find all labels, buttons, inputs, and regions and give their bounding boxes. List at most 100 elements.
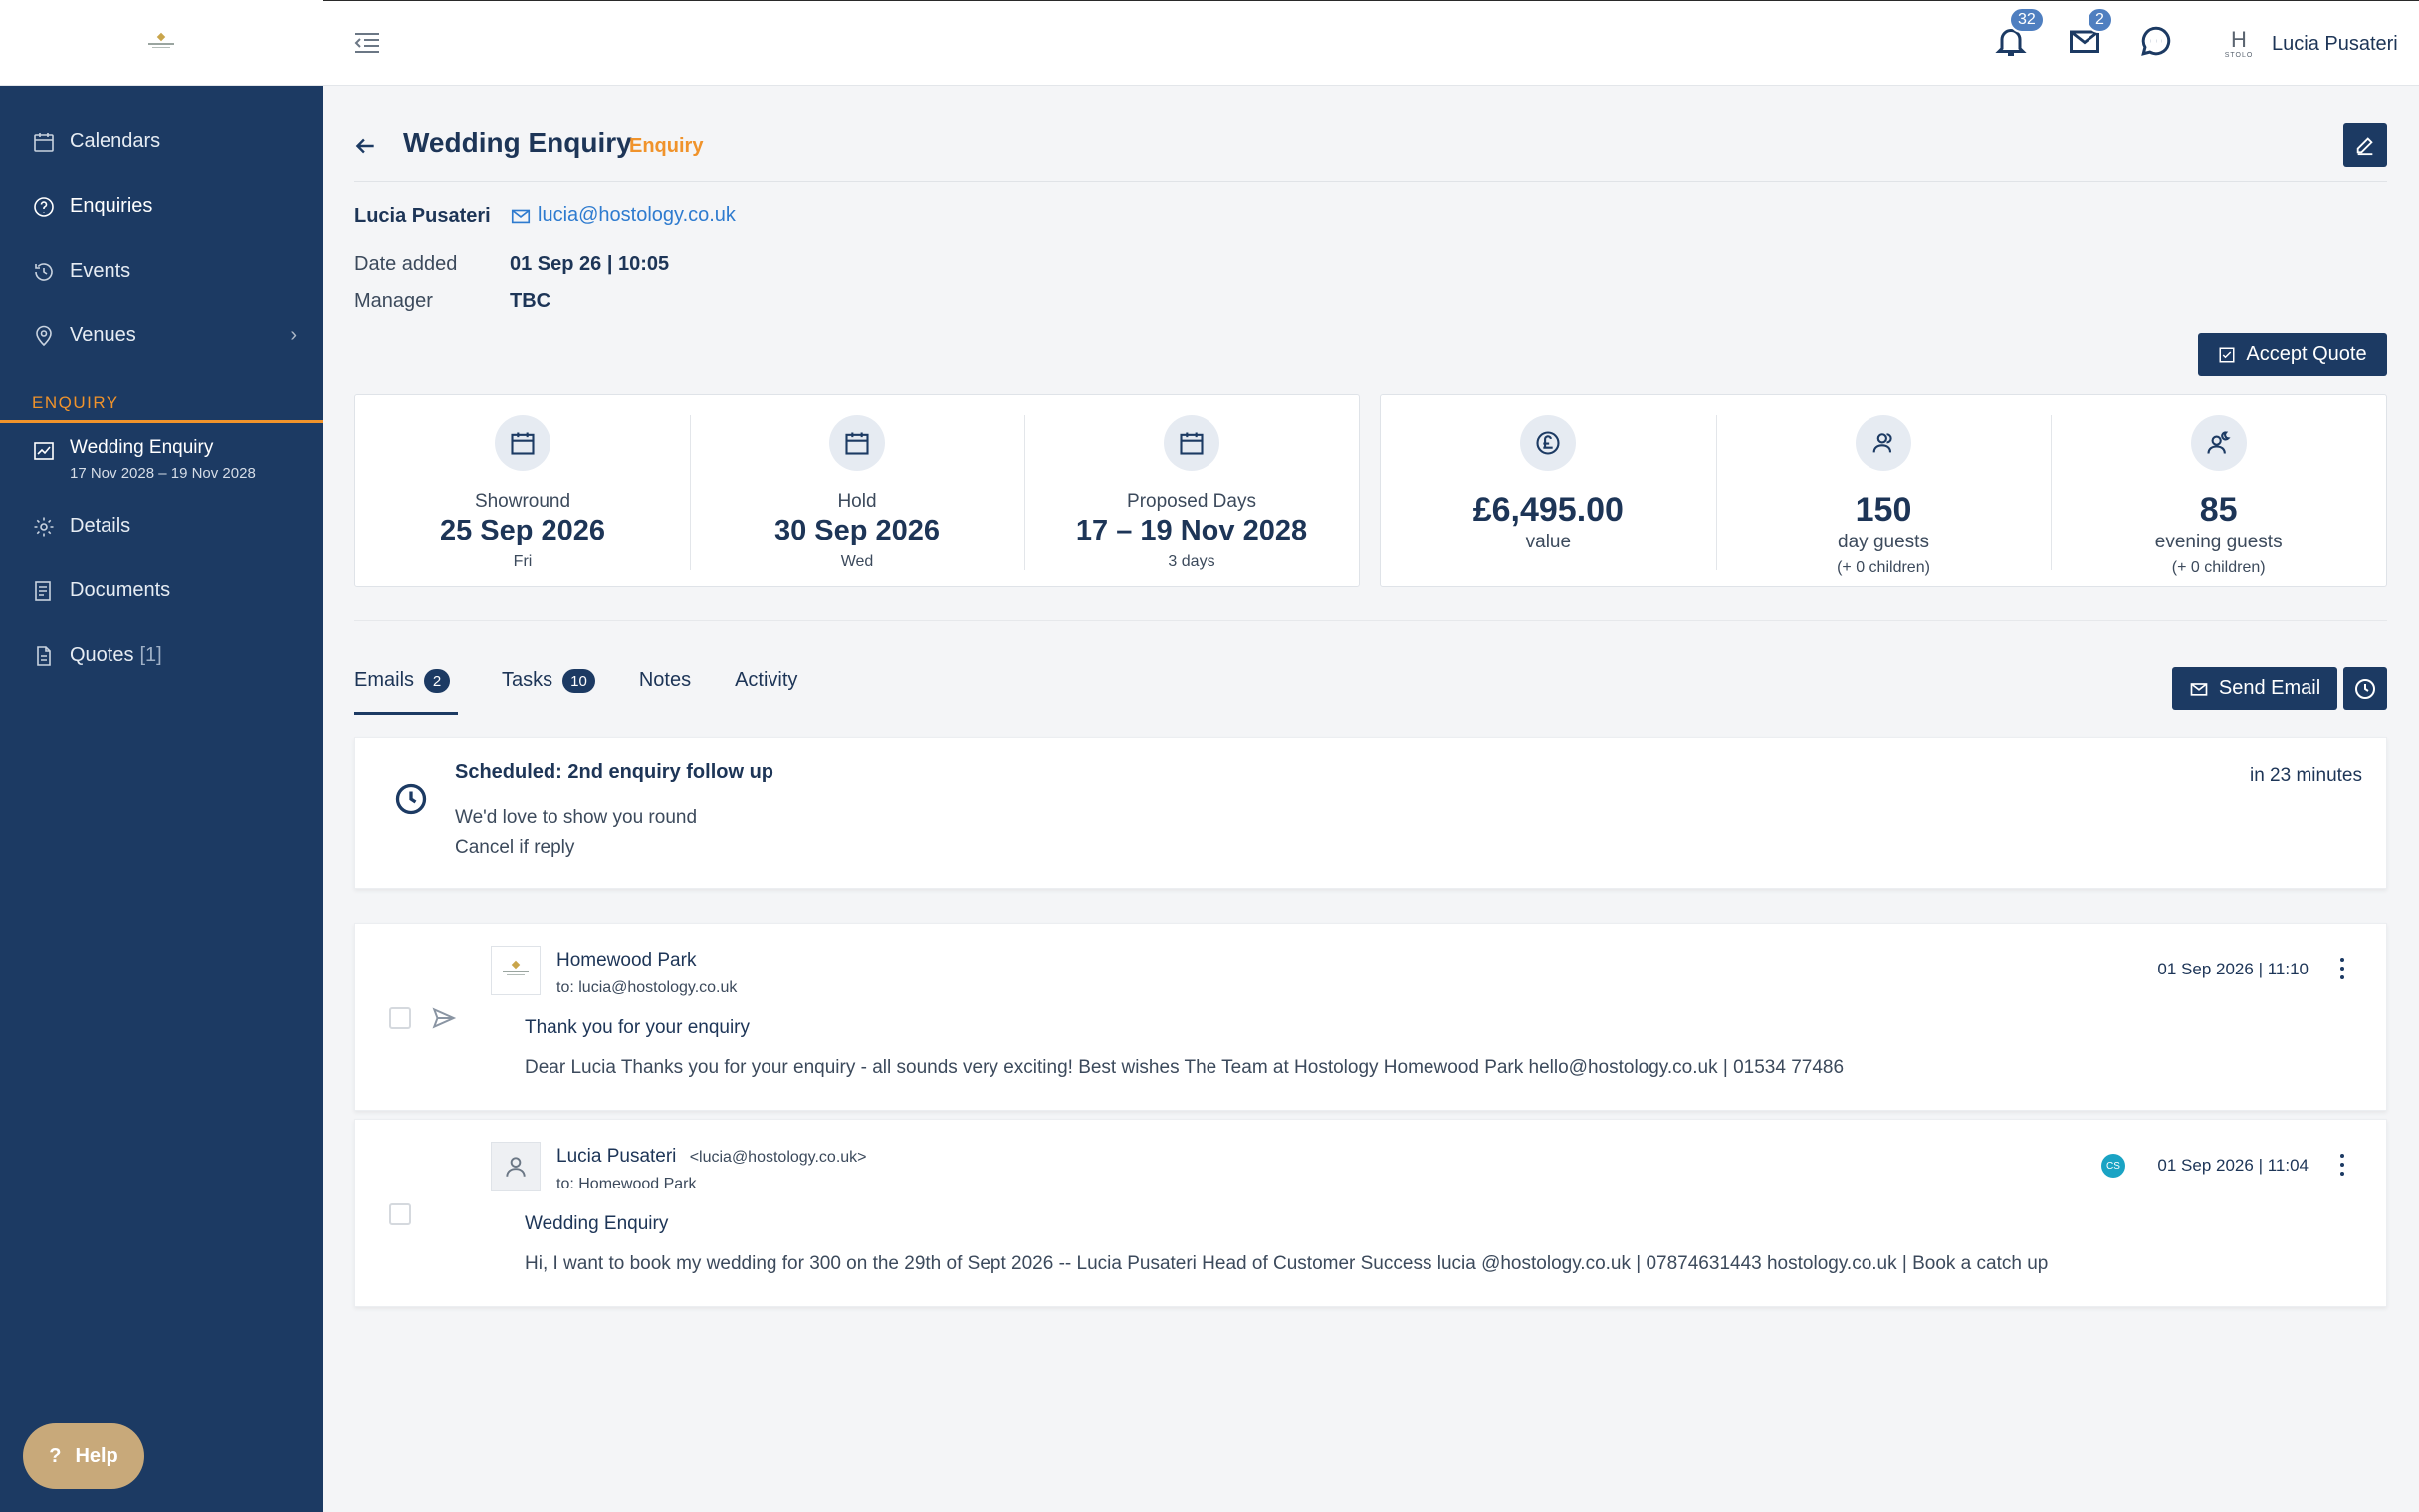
clock-icon xyxy=(393,781,429,817)
chat-bubble-icon xyxy=(2141,26,2171,56)
status-badge: Enquiry xyxy=(629,135,704,157)
sidebar-item-label: Calendars xyxy=(70,130,161,152)
tab-tasks[interactable]: Tasks 10 xyxy=(502,669,595,715)
gear-icon xyxy=(34,517,54,536)
stat-value: 25 Sep 2026 xyxy=(439,515,606,546)
account-logo-letter: H xyxy=(2231,27,2247,52)
email-select-checkbox[interactable] xyxy=(389,1203,411,1225)
section-label-enquiry: ENQUIRY xyxy=(32,393,119,412)
email-snippet: Hi, I want to book my wedding for 300 on… xyxy=(525,1253,2049,1274)
email-snippet: Dear Lucia Thanks you for your enquiry -… xyxy=(525,1057,1845,1078)
calendar-icon xyxy=(1164,415,1219,471)
file-icon xyxy=(37,645,51,666)
messages-button[interactable]: 2 xyxy=(2067,7,2113,63)
user-menu[interactable]: Lucia Pusateri xyxy=(2272,33,2398,56)
venue-logo-mark xyxy=(148,32,174,52)
history-icon xyxy=(35,262,53,281)
help-button[interactable]: ? Help xyxy=(23,1423,144,1489)
stat-value: 150 xyxy=(1855,491,1912,529)
sidebar: Calendars Enquiries Events Venues › ENQU… xyxy=(0,0,323,1512)
scheduled-email-card[interactable]: Scheduled: 2nd enquiry follow up We'd lo… xyxy=(354,737,2387,889)
send-email-button[interactable]: Send Email xyxy=(2172,667,2337,710)
stat-label: Proposed Days xyxy=(1127,491,1256,512)
chat-button[interactable] xyxy=(2138,23,2178,63)
email-recipient: to: Homewood Park xyxy=(556,1176,697,1192)
divider xyxy=(354,620,2387,621)
tab-emails[interactable]: Emails 2 xyxy=(354,669,459,715)
send-email-label: Send Email xyxy=(2218,677,2321,699)
divider xyxy=(354,181,2387,182)
notifications-badge: 32 xyxy=(2009,7,2045,33)
sidebar-item-events[interactable]: Events xyxy=(0,239,323,304)
stat-sub: 3 days xyxy=(1168,553,1215,570)
help-label: Help xyxy=(75,1444,118,1467)
tab-label: Tasks xyxy=(502,669,553,691)
stat-proposed-days: Proposed Days 17 – 19 Nov 2028 3 days xyxy=(1024,395,1359,586)
arrow-left-icon xyxy=(355,138,374,154)
tab-count: 2 xyxy=(424,669,451,693)
quotes-count: [1] xyxy=(139,644,162,666)
chart-line-icon xyxy=(34,442,54,460)
email-item[interactable]: Homewood Park to: lucia@hostology.co.uk … xyxy=(354,923,2387,1111)
checkbox-icon xyxy=(2219,347,2235,362)
email-subject: Thank you for your enquiry xyxy=(525,1017,751,1038)
sidebar-item-enquiries[interactable]: Enquiries xyxy=(0,174,323,239)
assignee-avatar: CS xyxy=(2101,1154,2125,1178)
location-pin-icon xyxy=(36,325,52,346)
sender-name: Lucia Pusateri xyxy=(556,1146,677,1167)
stat-label: Showround xyxy=(474,491,571,512)
tab-notes[interactable]: Notes xyxy=(639,669,691,715)
current-enquiry-title: Wedding Enquiry xyxy=(70,437,214,458)
tab-activity[interactable]: Activity xyxy=(735,669,797,715)
email-timestamp: 01 Sep 2026 | 11:04 xyxy=(2157,1156,2309,1175)
more-options-icon[interactable] xyxy=(2340,958,2346,979)
stat-hold: Hold 30 Sep 2026 Wed xyxy=(690,395,1024,586)
account-logo[interactable]: H STOLO xyxy=(2224,29,2254,63)
top-bar: 32 2 H STOLO Lucia Pusateri xyxy=(323,0,2419,86)
contact-email-link[interactable]: lucia@hostology.co.uk xyxy=(510,204,736,227)
messages-badge: 2 xyxy=(2087,7,2113,33)
edit-button[interactable] xyxy=(2343,123,2387,167)
page-title: Wedding Enquiry xyxy=(403,127,632,158)
sidebar-item-details[interactable]: Details xyxy=(0,494,323,558)
calendar-icon xyxy=(495,415,550,471)
notifications-button[interactable]: 32 xyxy=(1993,7,2045,63)
manager-label: Manager xyxy=(354,290,433,312)
sender-avatar xyxy=(491,1142,541,1191)
chevron-right-icon: › xyxy=(290,324,297,346)
sidebar-item-documents[interactable]: Documents xyxy=(0,558,323,623)
email-item[interactable]: Lucia Pusateri <lucia@hostology.co.uk> t… xyxy=(354,1119,2387,1307)
stat-sub: (+ 0 children) xyxy=(2171,559,2266,576)
stat-value-total: £6,495.00 value xyxy=(1381,395,1716,586)
pencil-icon xyxy=(2356,137,2373,156)
schedule-email-button[interactable] xyxy=(2343,667,2387,710)
document-icon xyxy=(35,580,51,601)
accept-quote-label: Accept Quote xyxy=(2246,343,2367,365)
menu-collapse-icon xyxy=(354,33,379,53)
manager-value: TBC xyxy=(510,290,551,312)
stat-sub: (+ 0 children) xyxy=(1837,559,1930,576)
question-icon: ? xyxy=(49,1444,62,1467)
sidebar-item-quotes[interactable]: Quotes [1] xyxy=(0,623,323,688)
tab-label: Emails xyxy=(354,669,415,691)
tab-label: Notes xyxy=(638,669,692,691)
stat-sub: Fri xyxy=(513,553,533,570)
more-options-icon[interactable] xyxy=(2340,1154,2346,1176)
stat-evening-guests: 85 evening guests (+ 0 children) xyxy=(2051,395,2386,586)
accept-quote-button[interactable]: Accept Quote xyxy=(2198,333,2387,376)
email-select-checkbox[interactable] xyxy=(389,1007,411,1029)
main-content: Wedding Enquiry Enquiry Lucia Pusateri l… xyxy=(323,86,2419,1512)
sidebar-item-current-enquiry[interactable]: Wedding Enquiry 17 Nov 2028 – 19 Nov 202… xyxy=(0,423,323,494)
stat-label: value xyxy=(1525,532,1572,552)
pound-circle-icon xyxy=(1520,415,1577,471)
sidebar-item-venues[interactable]: Venues › xyxy=(0,304,323,368)
scheduled-line: Cancel if reply xyxy=(455,837,575,858)
sidebar-item-label: Details xyxy=(70,515,131,537)
back-button[interactable] xyxy=(352,133,380,161)
sidebar-item-label: Documents xyxy=(70,579,171,601)
menu-toggle-button[interactable] xyxy=(352,29,382,57)
sidebar-item-calendars[interactable]: Calendars xyxy=(0,109,323,174)
venue-logo[interactable] xyxy=(0,0,323,86)
contact-email-text: lucia@hostology.co.uk xyxy=(538,204,736,226)
email-recipient: to: lucia@hostology.co.uk xyxy=(556,979,738,996)
